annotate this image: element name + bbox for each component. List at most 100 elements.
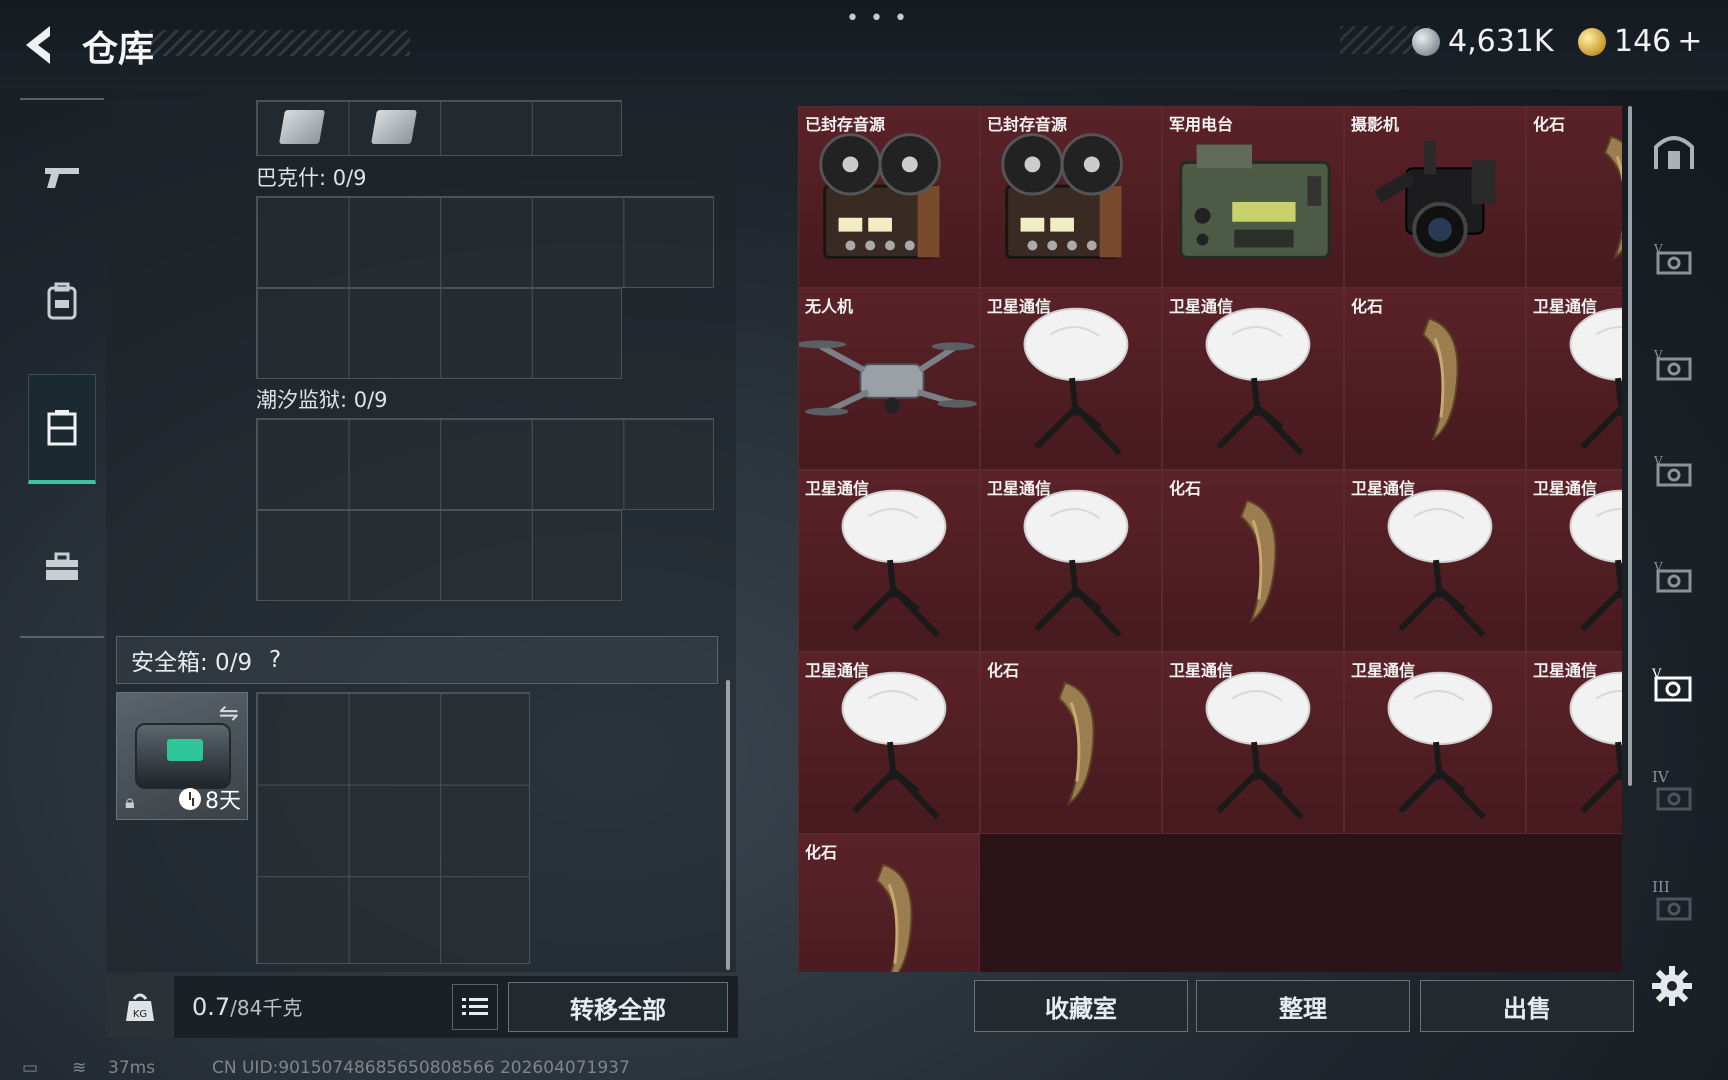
swap-icon[interactable]: ⇋ <box>219 699 239 727</box>
nav-toolbox[interactable] <box>28 512 96 622</box>
storage-box-icon: V <box>1651 667 1692 702</box>
silver-amount: 4,631K <box>1448 24 1554 59</box>
item-name-label: 化石 <box>805 843 838 862</box>
gold-amount: 146 <box>1614 24 1672 59</box>
item-name-label: 卫星通信 <box>1169 297 1234 316</box>
status-bar: ▭ ≋ 37ms CN UID:9015074868565080856​6 20… <box>0 1056 1728 1080</box>
weight-current: 0.7 <box>192 993 231 1021</box>
storage-box-icon <box>1656 897 1692 921</box>
loot-item-fossil-claw[interactable]: 化石 <box>1526 106 1622 288</box>
safe-box-grid[interactable] <box>256 692 530 964</box>
item-name-label: 无人机 <box>805 297 854 316</box>
help-icon[interactable]: ? <box>262 647 288 673</box>
item-name-label: 已封存音源 <box>805 115 886 134</box>
stash-item-card[interactable] <box>350 102 442 158</box>
loot-item-military-radio[interactable]: 军用电台 <box>1162 106 1344 288</box>
grid-tide-row1[interactable] <box>256 418 714 510</box>
grid-bakesh-row1[interactable] <box>256 196 714 288</box>
item-name-label: 摄影机 <box>1351 115 1400 134</box>
item-name-label: 卫星通信 <box>1533 661 1598 680</box>
lock-icon: 🔒︎ <box>125 792 135 813</box>
tab-storage-3[interactable]: III <box>1644 870 1704 940</box>
storage-box-icon: V <box>1653 242 1692 275</box>
loot-item-camera[interactable]: 摄影机 <box>1344 106 1526 288</box>
loot-item-satellite-dish[interactable]: 卫星通信 <box>980 470 1162 652</box>
gold-currency[interactable]: 146 + <box>1578 24 1702 59</box>
list-view-button[interactable] <box>452 984 498 1030</box>
tab-storage-5d[interactable]: V <box>1644 542 1704 612</box>
item-name-label: 卫星通信 <box>805 661 870 680</box>
stash-scrollbar[interactable] <box>726 680 730 970</box>
sell-button[interactable]: 出售 <box>1420 980 1634 1032</box>
storage-box-icon: V <box>1653 560 1692 593</box>
safe-box-item[interactable]: ⇋ 🔒︎ 8天 <box>116 692 248 820</box>
organize-button[interactable]: 整理 <box>1196 980 1410 1032</box>
tab-storage-5b[interactable]: V <box>1644 330 1704 400</box>
silver-coin-icon <box>1412 27 1440 56</box>
pistol-icon <box>45 168 79 188</box>
loot-scrollbar[interactable] <box>1628 106 1632 786</box>
loot-item-satellite-dish[interactable]: 卫星通信 <box>798 652 980 834</box>
loot-item-satellite-dish[interactable]: 卫星通信 <box>980 288 1162 470</box>
loot-item-drone[interactable]: 无人机 <box>798 288 980 470</box>
back-arrow-icon[interactable] <box>20 22 60 68</box>
item-name-label: 化石 <box>1351 297 1384 316</box>
storage-box-icon: V <box>1653 454 1692 487</box>
loot-panel: 已封存音源已封存音源军用电台摄影机化石无人机无人机卫星通信卫星通信化石卫星通信卫… <box>798 106 1622 972</box>
container-tabs: V V V V V IV III <box>1640 100 1710 960</box>
item-name-label: 卫星通信 <box>987 479 1052 498</box>
loot-item-reel-recorder[interactable]: 已封存音源 <box>980 106 1162 288</box>
loot-item-satellite-dish[interactable]: 卫星通信 <box>1162 288 1344 470</box>
loot-item-fossil-claw[interactable]: 化石 <box>980 652 1162 834</box>
loot-footer: 收藏室 整理 出售 <box>798 976 1634 1038</box>
loot-item-satellite-dish[interactable]: 卫星通信 <box>1162 652 1344 834</box>
stash-item-card[interactable] <box>258 102 350 158</box>
loot-item-satellite-dish[interactable]: 卫星通信 <box>1344 470 1526 652</box>
loot-grid: 已封存音源已封存音源军用电台摄影机化石无人机无人机卫星通信卫星通信化石卫星通信卫… <box>798 106 1622 972</box>
uid-text: CN UID:9015074868565080856​6 20260407193… <box>212 1058 630 1078</box>
item-name-label: 化石 <box>1169 479 1202 498</box>
loot-item-fossil-claw[interactable]: 化石 <box>1344 288 1526 470</box>
nav-weapons[interactable] <box>28 122 96 232</box>
tab-storage-4[interactable]: IV <box>1644 760 1704 830</box>
loot-item-satellite-dish[interactable]: 卫星通信 <box>1526 288 1622 470</box>
loot-item-satellite-dish[interactable]: 卫星通信 <box>1526 652 1622 834</box>
loot-item-reel-recorder[interactable]: 已封存音源 <box>798 106 980 288</box>
item-name-label: 卫星通信 <box>1351 661 1416 680</box>
list-icon <box>462 998 488 1015</box>
nav-backpack[interactable] <box>28 246 96 356</box>
grid-bakesh-row2[interactable] <box>256 287 622 379</box>
clock-icon <box>179 788 201 810</box>
kg-weight-icon: KG <box>126 993 154 1021</box>
loot-item-satellite-dish[interactable]: 卫星通信 <box>1526 470 1622 652</box>
storage-box-icon <box>1656 787 1692 811</box>
tab-home-base[interactable] <box>1644 116 1704 186</box>
card-icon <box>371 110 417 144</box>
storage-box-icon: V <box>1653 348 1692 381</box>
loot-item-satellite-dish[interactable]: 卫星通信 <box>1344 652 1526 834</box>
base-icon <box>1654 136 1694 169</box>
loot-item-fossil-claw[interactable]: 化石 <box>798 834 980 972</box>
settings-gear-icon[interactable] <box>1650 964 1694 1008</box>
tab-storage-5-active[interactable]: V <box>1644 650 1704 720</box>
backpack-icon <box>47 282 77 320</box>
tab-storage-5c[interactable]: V <box>1644 436 1704 506</box>
nav-storage[interactable] <box>28 374 96 484</box>
transfer-all-button[interactable]: 转移全部 <box>508 982 728 1032</box>
category-nav <box>20 98 104 638</box>
grid-tide-row2[interactable] <box>256 509 622 601</box>
loot-item-satellite-dish[interactable]: 卫星通信 <box>798 470 980 652</box>
tab-storage-5a[interactable]: V <box>1644 224 1704 294</box>
title-stripe-decor <box>150 30 410 56</box>
more-menu-icon[interactable]: • • • <box>846 6 909 31</box>
weight-icon: KG <box>106 976 174 1038</box>
svg-text:KG: KG <box>133 1009 147 1020</box>
gold-coin-icon <box>1578 27 1606 56</box>
add-gold-icon[interactable]: + <box>1677 24 1702 59</box>
section-label-bakesh: 巴克什: 0/9 <box>256 166 367 190</box>
safe-box-timer: 8天 <box>179 783 241 815</box>
collection-room-button[interactable]: 收藏室 <box>974 980 1188 1032</box>
weight-max: /84千克 <box>230 996 303 1020</box>
loot-item-fossil-claw[interactable]: 化石 <box>1162 470 1344 652</box>
item-name-label: 化石 <box>1533 115 1566 134</box>
